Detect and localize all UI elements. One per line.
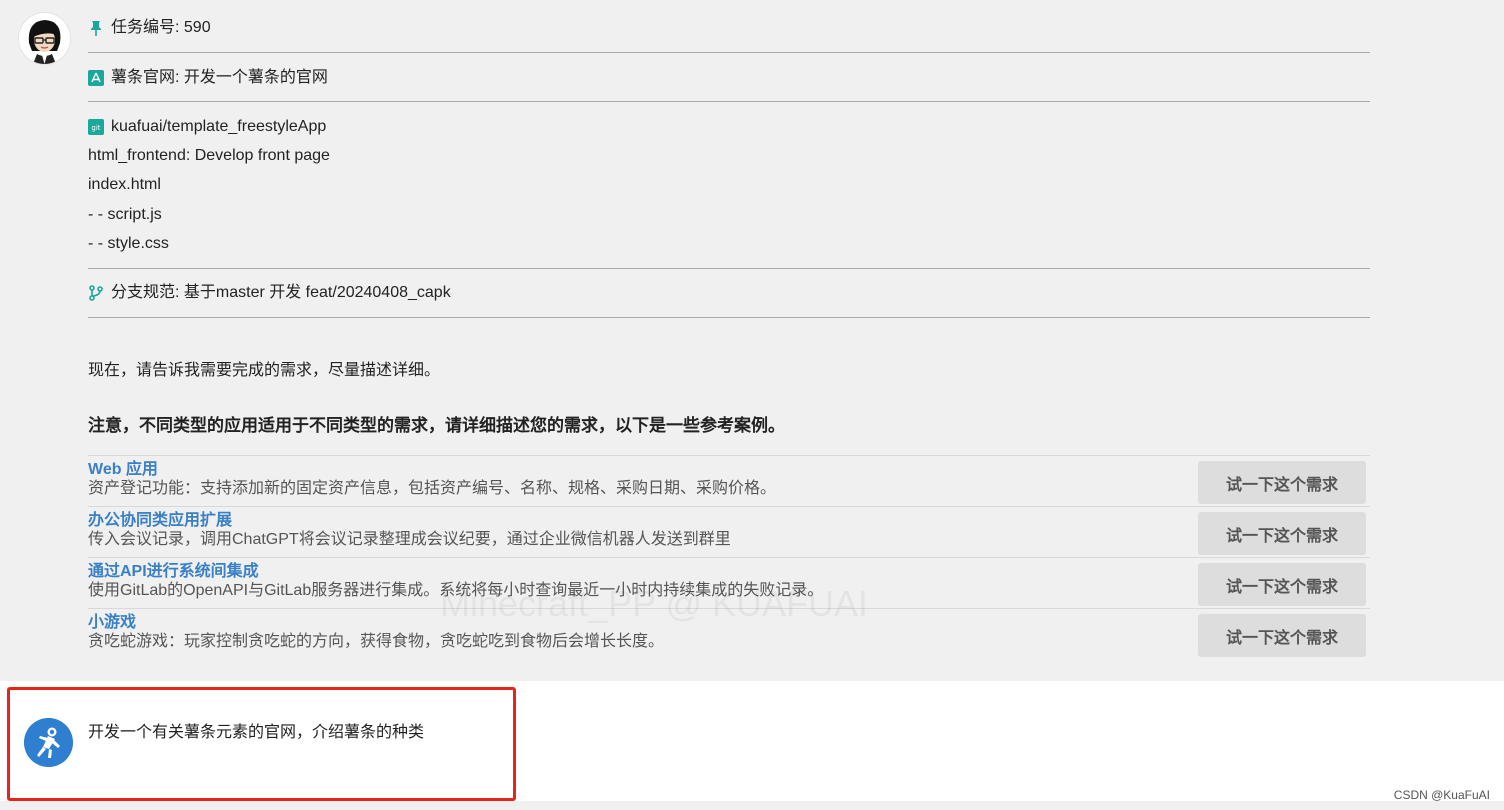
file-line: - - style.css <box>88 235 169 252</box>
example-title: 办公协同类应用扩展 <box>88 512 233 529</box>
divider <box>88 268 1370 269</box>
example-title: 通过API进行系统间集成 <box>88 563 259 580</box>
pin-icon <box>88 20 104 36</box>
user-message: 开发一个有关薯条元素的官网，介绍薯条的种类 <box>7 687 516 801</box>
project-row: 薯条官网: 开发一个薯条的官网 <box>88 68 328 88</box>
bot-message: 任务编号: 590 薯条官网: 开发一个薯条的官网 git kuafuai/te… <box>0 0 1504 681</box>
bot-avatar-illustration <box>19 13 70 64</box>
watermark: Minecraft_PP @ KUAFUAI <box>440 583 869 624</box>
branch-label: 分支规范: 基于master 开发 feat/20240408_capk <box>111 284 451 301</box>
user-avatar <box>24 718 73 767</box>
example-desc: 贪吃蛇游戏：玩家控制贪吃蛇的方向，获得食物，贪吃蛇吃到食物后会增长长度。 <box>88 633 665 650</box>
git-icon: git <box>88 119 104 135</box>
try-requirement-button[interactable]: 试一下这个需求 <box>1198 563 1366 606</box>
example-desc: 资产登记功能：支持添加新的固定资产信息，包括资产编号、名称、规格、采购日期、采购… <box>88 480 777 497</box>
repo-label: kuafuai/template_freestyleApp <box>111 118 327 135</box>
example-desc: 传入会议记录，调用ChatGPT将会议记录整理成会议纪要，通过企业微信机器人发送… <box>88 531 731 548</box>
prompt-text: 现在，请告诉我需要完成的需求，尽量描述详细。 <box>88 362 441 379</box>
bot-avatar <box>19 13 70 64</box>
branch-row: 分支规范: 基于master 开发 feat/20240408_capk <box>88 283 451 303</box>
task-id-label: 任务编号: 590 <box>111 19 211 36</box>
file-line: index.html <box>88 176 161 193</box>
notice-text: 注意，不同类型的应用适用于不同类型的需求，请详细描述您的需求，以下是一些参考案例… <box>88 416 785 435</box>
astronaut-icon <box>24 718 73 767</box>
file-line: html_frontend: Develop front page <box>88 147 330 164</box>
divider <box>88 317 1370 318</box>
user-message-text: 开发一个有关薯条元素的官网，介绍薯条的种类 <box>88 724 425 741</box>
task-id-row: 任务编号: 590 <box>88 18 211 38</box>
branch-icon <box>88 285 104 301</box>
try-requirement-button[interactable]: 试一下这个需求 <box>1198 614 1366 657</box>
example-title: Web 应用 <box>88 461 158 478</box>
try-requirement-button[interactable]: 试一下这个需求 <box>1198 461 1366 504</box>
example-item: 办公协同类应用扩展 传入会议记录，调用ChatGPT将会议记录整理成会议纪要，通… <box>88 506 1370 557</box>
credit-text: CSDN @KuaFuAI <box>1393 788 1490 802</box>
project-label: 薯条官网: 开发一个薯条的官网 <box>111 69 328 86</box>
divider <box>88 52 1370 53</box>
svg-text:git: git <box>91 124 100 132</box>
file-line: - - script.js <box>88 206 162 223</box>
example-title: 小游戏 <box>88 614 137 631</box>
bottom-strip <box>0 801 1504 810</box>
app-store-icon <box>88 70 104 86</box>
try-requirement-button[interactable]: 试一下这个需求 <box>1198 512 1366 555</box>
example-item: Web 应用 资产登记功能：支持添加新的固定资产信息，包括资产编号、名称、规格、… <box>88 455 1370 506</box>
divider <box>88 101 1370 102</box>
repo-row: git kuafuai/template_freestyleApp <box>88 117 326 137</box>
